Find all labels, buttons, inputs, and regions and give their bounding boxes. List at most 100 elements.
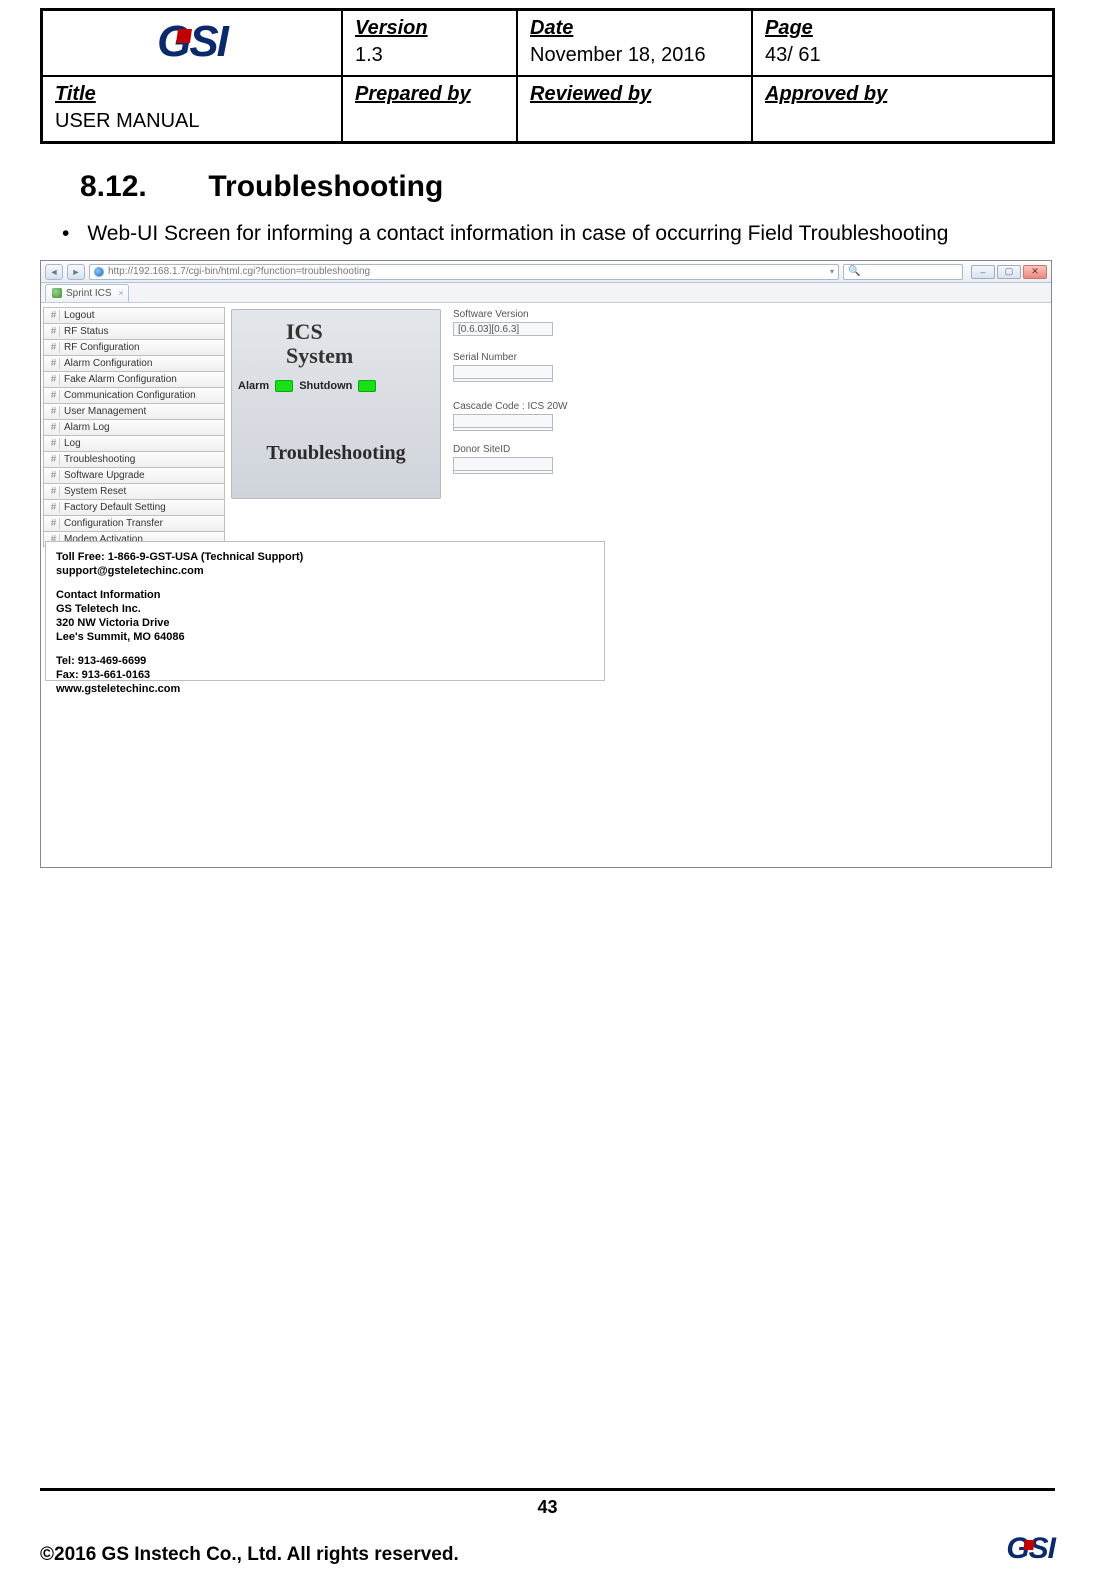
bullet-line: • Web-UI Screen for informing a contact … xyxy=(62,222,1055,246)
hash-icon: # xyxy=(48,502,60,513)
browser-tab[interactable]: Sprint ICS × xyxy=(45,284,129,302)
sidebar-item-label: Configuration Transfer xyxy=(64,518,163,529)
sidebar-item[interactable]: # System Reset xyxy=(43,483,225,499)
address-url: http://192.168.1.7/cgi-bin/html.cgi?func… xyxy=(108,266,370,277)
cascade-code-value xyxy=(453,414,553,428)
sidebar-item[interactable]: # Configuration Transfer xyxy=(43,515,225,531)
sidebar-item[interactable]: # Log xyxy=(43,435,225,451)
sidebar-item[interactable]: #Logout xyxy=(43,307,225,323)
sidebar-item-label: RF Status xyxy=(64,326,108,337)
hash-icon: # xyxy=(48,390,60,401)
window-close-button[interactable]: ✕ xyxy=(1023,265,1047,279)
version-value: 1.3 xyxy=(355,44,504,67)
footer-gsi-logo: GSI xyxy=(1006,1532,1055,1566)
window-maximize-button[interactable]: ▢ xyxy=(997,265,1021,279)
sidebar-item[interactable]: #RF Configuration xyxy=(43,339,225,355)
contact-email: support@gsteletechinc.com xyxy=(56,564,594,578)
sidebar-item-label: Alarm Log xyxy=(64,422,110,433)
sidebar-item[interactable]: # User Management xyxy=(43,403,225,419)
system-title-line1: ICS xyxy=(286,319,323,344)
hash-icon: # xyxy=(48,326,60,337)
sidebar-item-label: System Reset xyxy=(64,486,126,497)
contact-tel: Tel: 913-469-6699 xyxy=(56,654,594,668)
tab-close-icon[interactable]: × xyxy=(118,288,123,298)
contact-street: 320 NW Victoria Drive xyxy=(56,616,594,630)
sidebar-item[interactable]: # Software Upgrade xyxy=(43,467,225,483)
sidebar-item-label: User Management xyxy=(64,406,146,417)
sw-version-value: [0.6.03][0.6.3] xyxy=(453,322,553,336)
sw-version-label: Software Version xyxy=(453,309,568,320)
alarm-led-icon xyxy=(275,380,293,392)
browser-window: ◄ ► http://192.168.1.7/cgi-bin/html.cgi?… xyxy=(40,260,1052,868)
system-panel: ICS System Alarm Shutdown Troubleshootin… xyxy=(231,309,441,499)
title-label: Title xyxy=(55,83,329,106)
bullet-icon: • xyxy=(62,222,69,246)
tab-favicon-icon xyxy=(52,288,62,298)
address-dropdown-icon[interactable]: ▾ xyxy=(830,267,834,276)
bullet-text: Web-UI Screen for informing a contact in… xyxy=(87,222,948,246)
hash-icon: # xyxy=(48,406,60,417)
sidebar-item-label: Communication Configuration xyxy=(64,390,196,401)
sidebar-item[interactable]: # RF Status xyxy=(43,323,225,339)
version-label: Version xyxy=(355,17,504,40)
footer-copyright: ©2016 GS Instech Co., Ltd. All rights re… xyxy=(40,1544,459,1566)
donor-siteid-label: Donor SiteID xyxy=(453,444,568,455)
info-column: Software Version [0.6.03][0.6.3] Serial … xyxy=(453,309,568,487)
hash-icon: # xyxy=(48,358,60,369)
serial-number-value xyxy=(453,365,553,379)
hash-icon: # xyxy=(48,310,60,321)
hash-icon: # xyxy=(48,374,60,385)
alarm-label: Alarm xyxy=(238,380,269,392)
serial-number-label: Serial Number xyxy=(453,352,568,363)
panel-page-name: Troubleshooting xyxy=(232,442,440,465)
sidebar-item-label: RF Configuration xyxy=(64,342,140,353)
search-icon: 🔍 xyxy=(848,266,860,277)
window-minimize-button[interactable]: – xyxy=(971,265,995,279)
browser-tabstrip: Sprint ICS × xyxy=(41,283,1051,303)
gsi-logo: GSI xyxy=(157,17,227,67)
globe-icon xyxy=(94,267,104,277)
cascade-code-label: Cascade Code : ICS 20W xyxy=(453,401,568,412)
sidebar-item[interactable]: # Communication Configuration xyxy=(43,387,225,403)
sidebar-item-label: Alarm Configuration xyxy=(64,358,152,369)
sidebar-item-label: Fake Alarm Configuration xyxy=(64,374,177,385)
contact-company: GS Teletech Inc. xyxy=(56,602,594,616)
footer-separator xyxy=(40,1488,1055,1491)
nav-forward-button[interactable]: ► xyxy=(67,264,85,280)
section-heading: 8.12. Troubleshooting xyxy=(80,170,1055,204)
nav-back-button[interactable]: ◄ xyxy=(45,264,63,280)
address-bar[interactable]: http://192.168.1.7/cgi-bin/html.cgi?func… xyxy=(89,264,839,280)
donor-siteid-value xyxy=(453,457,553,471)
hash-icon: # xyxy=(48,422,60,433)
sidebar-item-label: Log xyxy=(64,438,81,449)
shutdown-led-icon xyxy=(358,380,376,392)
page-label: Page xyxy=(765,17,1040,40)
hash-icon: # xyxy=(48,438,60,449)
section-title: Troubleshooting xyxy=(208,170,443,203)
sidebar-item[interactable]: # Alarm Configuration xyxy=(43,355,225,371)
doc-header-table: GSI Version 1.3 Date November 18, 2016 P… xyxy=(40,8,1055,144)
hash-icon: # xyxy=(48,486,60,497)
hash-icon: # xyxy=(48,470,60,481)
approved-label: Approved by xyxy=(765,83,1040,106)
sidebar-nav: #Logout#RF Status#RF Configuration#Alarm… xyxy=(43,307,225,547)
tab-title: Sprint ICS xyxy=(66,288,112,299)
sidebar-item[interactable]: # Alarm Log xyxy=(43,419,225,435)
sidebar-item-label: Software Upgrade xyxy=(64,470,145,481)
logo-squares-icon xyxy=(176,29,192,43)
sidebar-item[interactable]: # Fake Alarm Configuration xyxy=(43,371,225,387)
date-label: Date xyxy=(530,17,739,40)
sidebar-item-label: Troubleshooting xyxy=(64,454,135,465)
hash-icon: # xyxy=(48,454,60,465)
browser-search-input[interactable]: 🔍 xyxy=(843,264,963,280)
system-title-line2: System xyxy=(286,343,353,368)
browser-titlebar: ◄ ► http://192.168.1.7/cgi-bin/html.cgi?… xyxy=(41,261,1051,283)
contact-web: www.gsteletechinc.com xyxy=(56,682,594,696)
contact-heading: Contact Information xyxy=(56,588,594,602)
sidebar-item[interactable]: #Factory Default Setting xyxy=(43,499,225,515)
contact-fax: Fax: 913-661-0163 xyxy=(56,668,594,682)
prepared-label: Prepared by xyxy=(355,83,504,106)
contact-tollfree: Toll Free: 1-866-9-GST-USA (Technical Su… xyxy=(56,550,594,564)
sidebar-item[interactable]: # Troubleshooting xyxy=(43,451,225,467)
hash-icon: # xyxy=(48,518,60,529)
